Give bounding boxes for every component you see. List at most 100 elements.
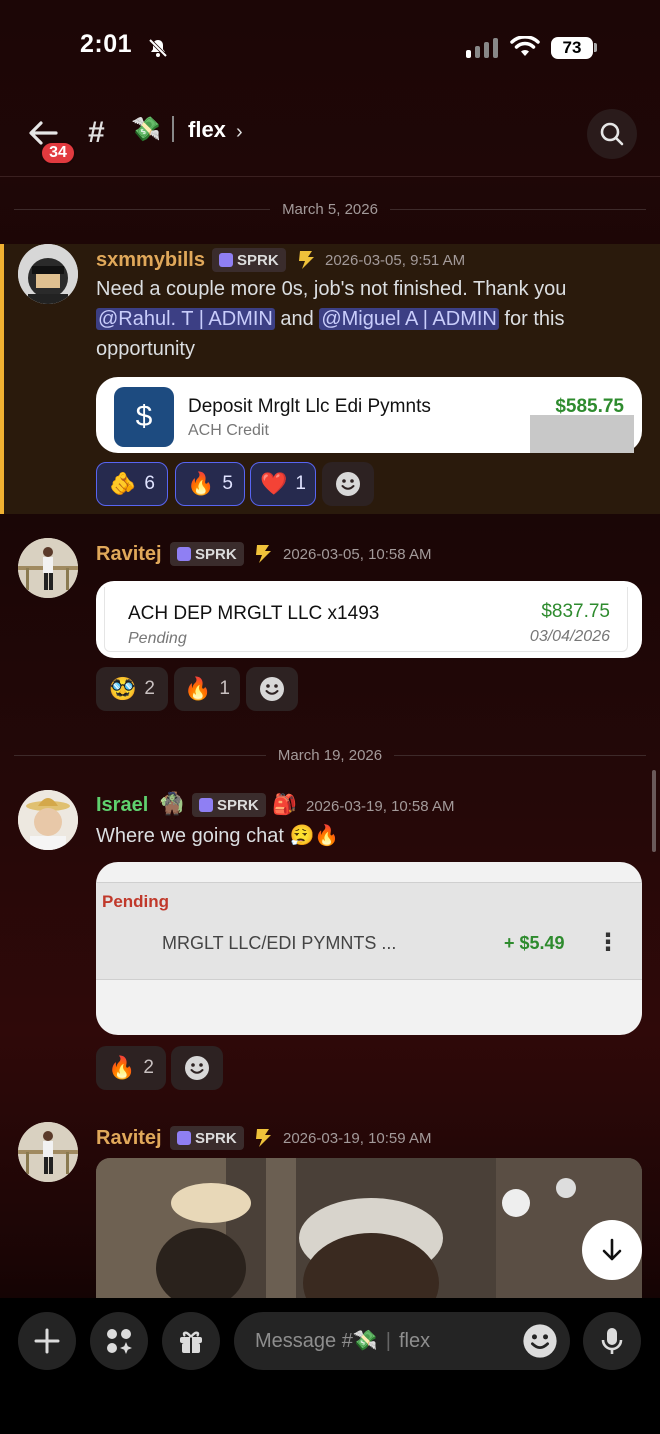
reaction[interactable]: 🔥 5 [175, 462, 245, 506]
tag-icon [219, 253, 233, 267]
transaction-amount: $837.75 [541, 601, 610, 622]
more-options-icon[interactable]: ⋮ [596, 928, 620, 957]
tag-icon [177, 1131, 191, 1145]
message-item[interactable]: Israel 🧌 SPRK 🎒 2026-03-19, 10:58 AM Whe… [0, 788, 660, 1098]
reaction-emoji: 🔥 [108, 1055, 136, 1080]
server-tag[interactable]: SPRK [170, 1126, 244, 1150]
tag-label: SPRK [195, 1129, 237, 1147]
status-time: 2:01 [80, 30, 133, 58]
message-text: Need a couple more 0s, job's not finishe… [96, 274, 636, 364]
message-timestamp: 2026-03-19, 10:59 AM [283, 1130, 432, 1147]
avatar[interactable] [18, 1122, 78, 1182]
reaction[interactable]: ❤️ 1 [250, 462, 316, 506]
scrollbar[interactable] [652, 770, 656, 852]
message-author[interactable]: Ravitej [96, 1127, 162, 1150]
avatar-image [18, 244, 78, 304]
avatar[interactable] [18, 244, 78, 304]
reaction[interactable]: 🥸 2 [96, 667, 168, 711]
gif-attachment[interactable] [96, 1158, 642, 1298]
message-text-part: and [274, 308, 320, 330]
placeholder-emoji: 💸 [352, 1330, 378, 1352]
reaction-emoji: ❤️ [260, 471, 288, 496]
transaction-card[interactable]: $ Deposit Mrglt Llc Edi Pymnts ACH Credi… [96, 377, 642, 453]
server-tag[interactable]: SPRK [192, 793, 266, 817]
gold-boost-icon [256, 1129, 271, 1147]
transaction-status: Pending [102, 892, 170, 911]
smiley-icon [336, 472, 360, 496]
gold-boost-icon [256, 545, 271, 563]
battery-indicator: 73 [551, 37, 593, 59]
transaction-amount: + $5.49 [504, 933, 565, 953]
reaction[interactable]: 🫵 6 [96, 462, 168, 506]
channel-emoji: 💸 [131, 116, 161, 143]
reaction-count: 1 [295, 473, 306, 494]
message-author[interactable]: sxmmybills [96, 249, 205, 272]
gold-boost-icon [299, 251, 314, 269]
emoji-picker-button[interactable] [522, 1323, 558, 1364]
message-item[interactable]: sxmmybills SPRK 2026-03-05, 9:51 AM Need… [0, 244, 660, 514]
reaction-emoji: 🔥 [187, 471, 215, 496]
transaction-card[interactable]: ACH DEP MRGLT LLC x1493 Pending $837.75 … [96, 581, 642, 658]
avatar-image [18, 538, 78, 598]
cellular-signal-icon [466, 38, 498, 58]
gift-button[interactable] [162, 1312, 220, 1370]
transaction-title: ACH DEP MRGLT LLC x1493 [128, 603, 380, 624]
channel-name[interactable]: flex [188, 117, 226, 143]
tag-icon [199, 798, 213, 812]
date-divider-text: March 19, 2026 [277, 746, 383, 764]
message-timestamp: 2026-03-05, 10:58 AM [283, 546, 432, 563]
search-icon [600, 122, 624, 146]
battery-tip [594, 43, 597, 52]
apps-icon [107, 1329, 132, 1354]
message-item[interactable]: Ravitej SPRK 2026-03-05, 10:58 AM ACH DE… [0, 536, 660, 716]
reaction[interactable]: 🔥 1 [174, 667, 240, 711]
backpack-icon: 🎒 [272, 794, 297, 816]
add-reaction-button[interactable] [171, 1046, 223, 1090]
transaction-card[interactable]: Pending MRGLT LLC/EDI PYMNTS ... + $5.49… [96, 862, 642, 1035]
add-attachment-button[interactable] [18, 1312, 76, 1370]
search-button[interactable] [587, 109, 637, 159]
avatar[interactable] [18, 538, 78, 598]
chevron-right-icon[interactable]: › [236, 121, 243, 144]
tag-icon [177, 547, 191, 561]
plus-icon [34, 1328, 60, 1354]
message-timestamp: 2026-03-05, 9:51 AM [325, 252, 466, 269]
message-text-part: Need a couple more 0s, job's not finishe… [96, 278, 567, 300]
jump-to-bottom-button[interactable] [582, 1220, 642, 1280]
add-reaction-button[interactable] [246, 667, 298, 711]
message-item[interactable]: Ravitej SPRK 2026-03-19, 10:59 AM [0, 1120, 660, 1298]
reaction-count: 5 [222, 473, 233, 494]
channel-separator [172, 116, 174, 142]
tag-label: SPRK [237, 251, 279, 269]
server-tag[interactable]: SPRK [170, 542, 244, 566]
header-divider [0, 176, 660, 177]
reaction[interactable]: 🔥 2 [96, 1046, 166, 1090]
transaction-status: Pending [128, 630, 187, 647]
placeholder-separator: | [385, 1330, 391, 1352]
wifi-icon [510, 36, 540, 56]
reaction-emoji: 🫵 [109, 471, 137, 496]
mention[interactable]: @Rahul. T | ADMIN [96, 308, 275, 330]
message-text-part: opportunity [96, 338, 195, 360]
voice-message-button[interactable] [583, 1312, 641, 1370]
redaction-block [530, 415, 634, 453]
server-tag[interactable]: SPRK [212, 248, 286, 272]
dollar-icon: $ [114, 387, 174, 447]
message-author[interactable]: Israel [96, 794, 148, 817]
mention[interactable]: @Miguel A | ADMIN [319, 308, 499, 330]
tag-label: SPRK [217, 796, 259, 814]
gift-icon [180, 1331, 202, 1353]
add-reaction-button[interactable] [322, 462, 374, 506]
transaction-row [96, 882, 642, 980]
reaction-emoji: 🔥 [184, 676, 212, 701]
avatar[interactable] [18, 790, 78, 850]
smiley-icon [523, 1324, 557, 1358]
hashtag-icon: # [88, 116, 105, 149]
transaction-date: 03/04/2026 [529, 628, 610, 645]
date-divider: March 5, 2026 [14, 199, 647, 219]
date-divider: March 19, 2026 [14, 745, 647, 765]
reaction-count: 1 [219, 678, 230, 699]
apps-button[interactable] [90, 1312, 148, 1370]
message-author[interactable]: Ravitej [96, 543, 162, 566]
transaction-title: MRGLT LLC/EDI PYMNTS ... [162, 933, 397, 953]
